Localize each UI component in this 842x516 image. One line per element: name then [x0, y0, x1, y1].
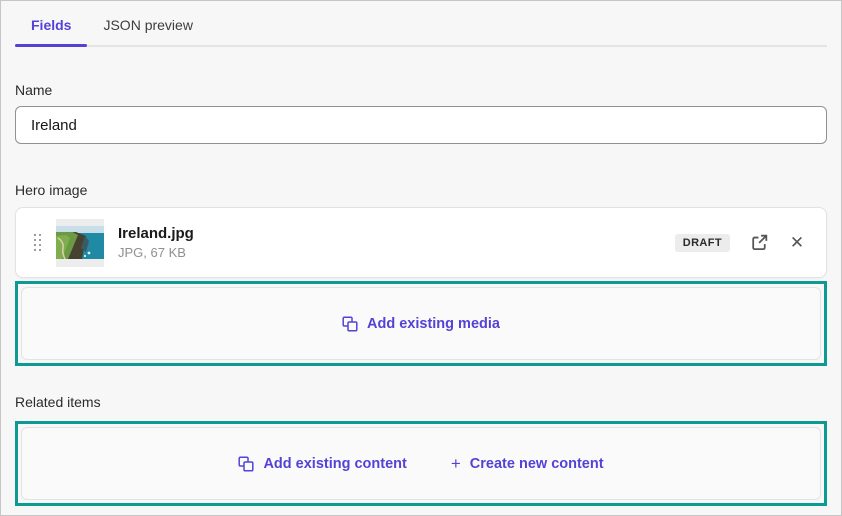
existing-media-icon [342, 315, 358, 332]
create-new-content-button[interactable]: + Create new content [451, 455, 604, 472]
hero-image-label: Hero image [15, 182, 88, 198]
add-existing-media-button[interactable]: Add existing media [342, 316, 500, 332]
content-editor-panel: Fields JSON preview Name Hero image [1, 1, 841, 506]
tab-fields-label: Fields [31, 17, 72, 33]
cliffs-photo-image [56, 226, 104, 259]
media-info: Ireland.jpg JPG, 67 KB [118, 225, 194, 260]
related-items-dropzone-highlight: Add existing content + Create new conten… [15, 421, 827, 506]
plus-icon: + [450, 454, 461, 473]
drag-handle-icon[interactable] [34, 234, 41, 251]
media-thumbnail [56, 218, 104, 267]
name-input[interactable] [15, 106, 827, 144]
fields-form: Name Hero image [1, 82, 841, 506]
status-badge: DRAFT [674, 233, 730, 252]
tab-json-preview[interactable]: JSON preview [87, 13, 208, 45]
tab-json-preview-label: JSON preview [103, 17, 193, 33]
tab-fields[interactable]: Fields [15, 13, 88, 47]
tab-bar: Fields JSON preview [1, 1, 841, 47]
related-items-dropzone: Add existing content + Create new conten… [21, 427, 821, 500]
media-meta: JPG, 67 KB [118, 245, 186, 260]
open-in-new-icon [751, 234, 767, 251]
open-in-new-button[interactable] [746, 230, 772, 256]
related-items-label: Related items [15, 394, 101, 410]
media-card: Ireland.jpg JPG, 67 KB DRAFT ✕ [15, 207, 827, 278]
create-new-content-label: Create new content [469, 455, 604, 472]
hero-image-dropzone: Add existing media [21, 287, 821, 360]
hero-image-dropzone-highlight: Add existing media [15, 281, 827, 366]
add-existing-media-label: Add existing media [367, 315, 500, 332]
name-field-label: Name [15, 82, 53, 98]
media-filename: Ireland.jpg [118, 225, 194, 242]
add-existing-content-label: Add existing content [263, 455, 407, 472]
close-icon: ✕ [789, 233, 805, 252]
remove-media-button[interactable]: ✕ [784, 230, 810, 256]
existing-content-icon [238, 455, 255, 472]
tab-divider [15, 45, 827, 47]
add-existing-content-button[interactable]: Add existing content [238, 455, 407, 472]
